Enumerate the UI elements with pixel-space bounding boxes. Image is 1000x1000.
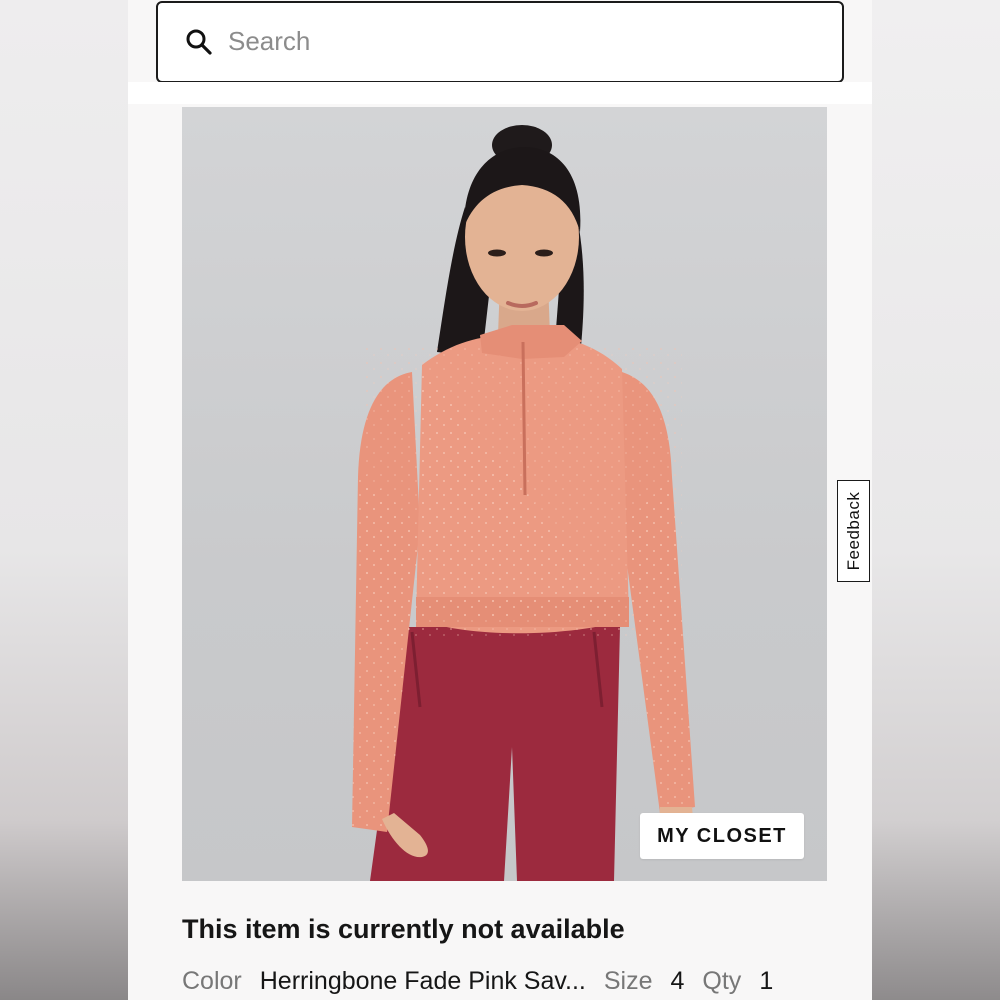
background-right xyxy=(872,0,1000,1000)
product-details: Color Herringbone Fade Pink Sav... Size … xyxy=(182,967,791,996)
feedback-label: Feedback xyxy=(843,491,863,571)
color-value: Herringbone Fade Pink Sav... xyxy=(259,967,586,995)
header-divider xyxy=(128,82,872,104)
product-photo-illustration xyxy=(352,125,695,881)
search-input[interactable]: Search xyxy=(228,26,310,57)
availability-status: This item is currently not available xyxy=(182,914,625,944)
product-image[interactable]: MY CLOSET xyxy=(182,107,827,881)
color-label: Color xyxy=(182,967,242,995)
app-screen: Search MY CLOSET Feedback This item is c… xyxy=(128,0,872,1000)
my-closet-button[interactable]: MY CLOSET xyxy=(640,813,804,859)
search-bar[interactable]: Search xyxy=(156,1,844,83)
qty-label: Qty xyxy=(702,967,742,995)
feedback-tab[interactable]: Feedback xyxy=(837,480,870,582)
size-value: 4 xyxy=(670,967,685,995)
search-icon[interactable] xyxy=(185,28,213,56)
qty-value: 1 xyxy=(759,967,774,995)
background-left xyxy=(0,0,128,1000)
size-label: Size xyxy=(603,967,653,995)
